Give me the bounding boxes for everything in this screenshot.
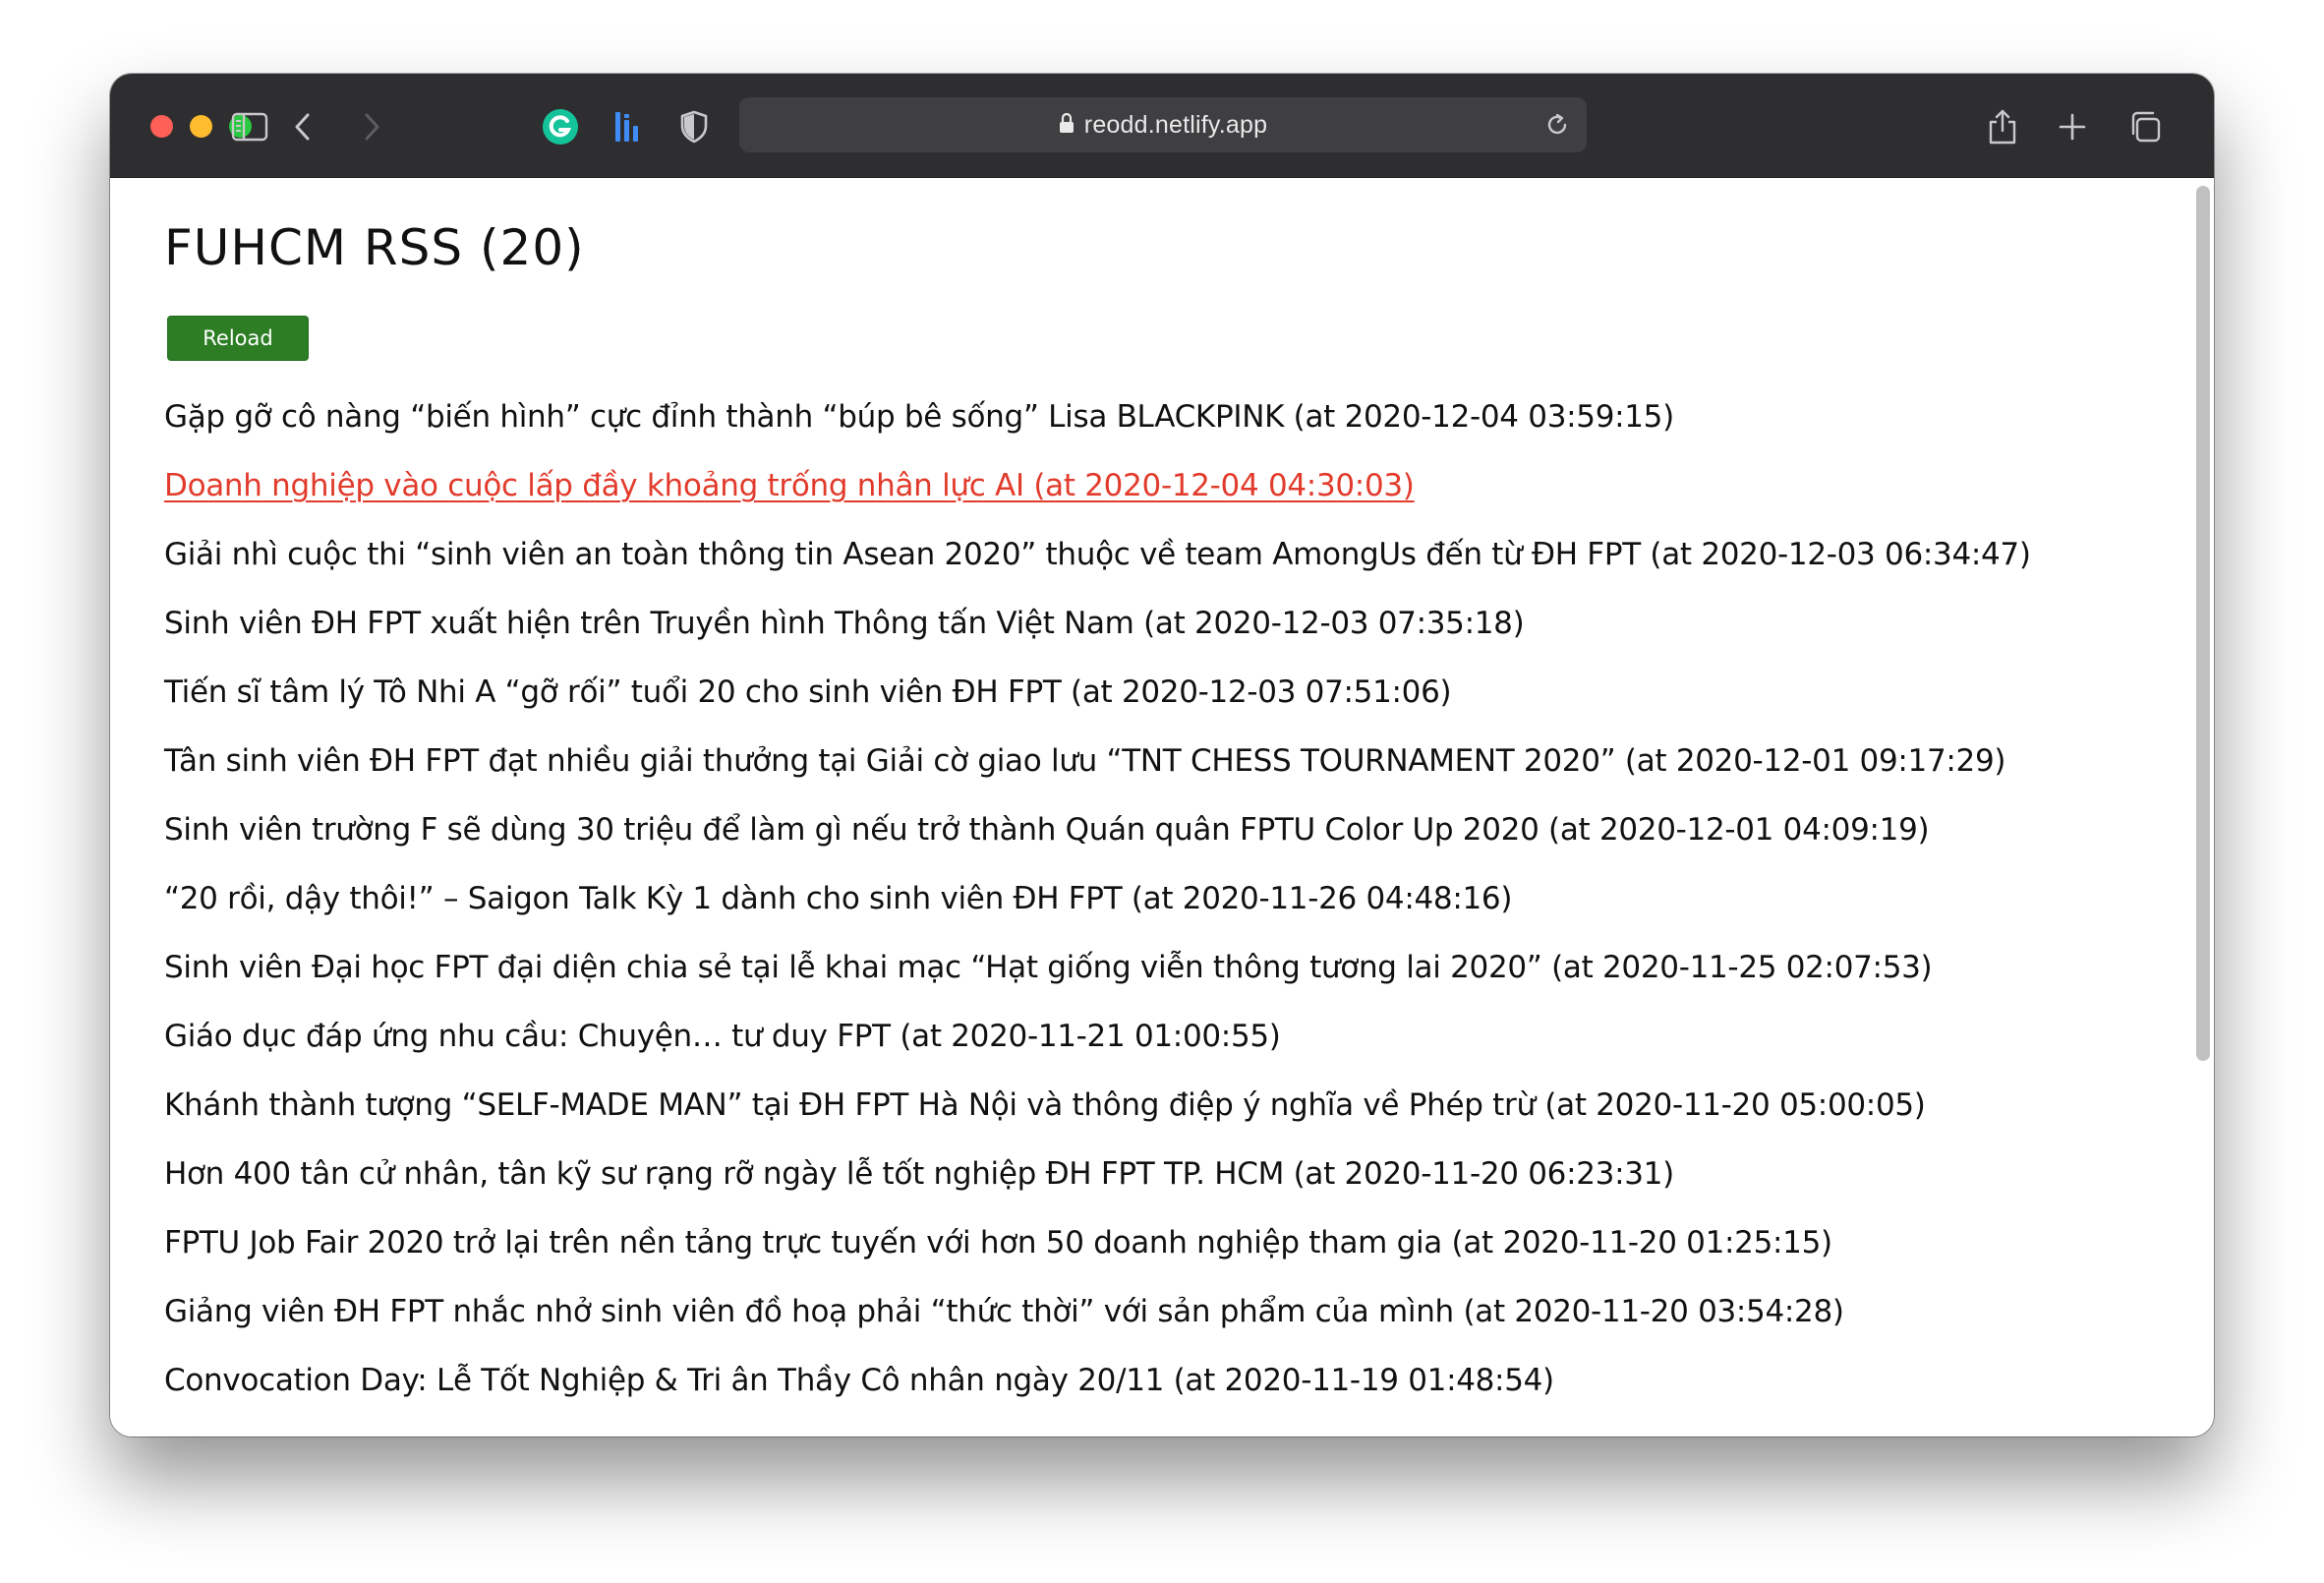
- page-content: FUHCM RSS (20) Reload Gặp gỡ cô nàng “bi…: [110, 178, 2214, 1436]
- feed-item[interactable]: Khánh thành tượng “SELF-MADE MAN” tại ĐH…: [164, 1071, 2170, 1140]
- feed-item[interactable]: Hơn 400 tân cử nhân, tân kỹ sư rạng rỡ n…: [164, 1140, 2170, 1208]
- feed-item[interactable]: Tiến sĩ tâm lý Tô Nhi A “gỡ rối” tuổi 20…: [164, 658, 2170, 727]
- url-text: reodd.netlify.app: [1083, 110, 1268, 139]
- tabs-overview-icon[interactable]: [2123, 105, 2167, 148]
- reload-icon[interactable]: [1540, 107, 1575, 143]
- lock-icon: [1059, 112, 1075, 139]
- rss-feed-list: Gặp gỡ cô nàng “biến hình” cực đỉnh thàn…: [164, 382, 2170, 1415]
- plus-icon[interactable]: [2051, 105, 2094, 148]
- minimize-window-button[interactable]: [190, 115, 212, 138]
- feed-item-highlighted[interactable]: Doanh nghiệp vào cuộc lấp đầy khoảng trố…: [164, 451, 2170, 520]
- screenshot-stage: reodd.netlify.app FUHCM RSS (20) Reload …: [0, 0, 2324, 1583]
- feed-item[interactable]: Tân sinh viên ĐH FPT đạt nhiều giải thưở…: [164, 727, 2170, 795]
- feed-item[interactable]: Sinh viên trường F sẽ dùng 30 triệu để l…: [164, 795, 2170, 864]
- address-bar[interactable]: reodd.netlify.app: [739, 97, 1587, 152]
- shield-icon[interactable]: [672, 105, 716, 148]
- grammarly-icon[interactable]: [539, 105, 582, 148]
- feed-item[interactable]: Giảng viên ĐH FPT nhắc nhở sinh viên đồ …: [164, 1277, 2170, 1346]
- reload-button[interactable]: Reload: [167, 316, 309, 361]
- sidebar-icon[interactable]: [228, 105, 271, 148]
- url-display: reodd.netlify.app: [739, 97, 1587, 152]
- close-window-button[interactable]: [150, 115, 173, 138]
- vertical-scrollbar[interactable]: [2196, 186, 2210, 1061]
- feed-item[interactable]: Sinh viên ĐH FPT xuất hiện trên Truyền h…: [164, 589, 2170, 658]
- feed-item[interactable]: Giải nhì cuộc thi “sinh viên an toàn thô…: [164, 520, 2170, 589]
- feed-item[interactable]: Giáo dục đáp ứng nhu cầu: Chuyện… tư duy…: [164, 1002, 2170, 1071]
- browser-toolbar: reodd.netlify.app: [110, 74, 2214, 178]
- feed-item[interactable]: Sinh viên Đại học FPT đại diện chia sẻ t…: [164, 933, 2170, 1002]
- browser-window: reodd.netlify.app FUHCM RSS (20) Reload …: [110, 74, 2214, 1436]
- feed-item[interactable]: Convocation Day: Lễ Tốt Nghiệp & Tri ân …: [164, 1346, 2170, 1415]
- bars-extension-icon[interactable]: [606, 105, 649, 148]
- page-title: FUHCM RSS (20): [164, 219, 585, 276]
- feed-item[interactable]: Gặp gỡ cô nàng “biến hình” cực đỉnh thàn…: [164, 382, 2170, 451]
- feed-item[interactable]: FPTU Job Fair 2020 trở lại trên nền tảng…: [164, 1208, 2170, 1277]
- chevron-right-icon[interactable]: [350, 105, 393, 148]
- chevron-left-icon[interactable]: [281, 105, 324, 148]
- share-icon[interactable]: [1981, 105, 2024, 148]
- feed-item[interactable]: “20 rồi, dậy thôi!” – Saigon Talk Kỳ 1 d…: [164, 864, 2170, 933]
